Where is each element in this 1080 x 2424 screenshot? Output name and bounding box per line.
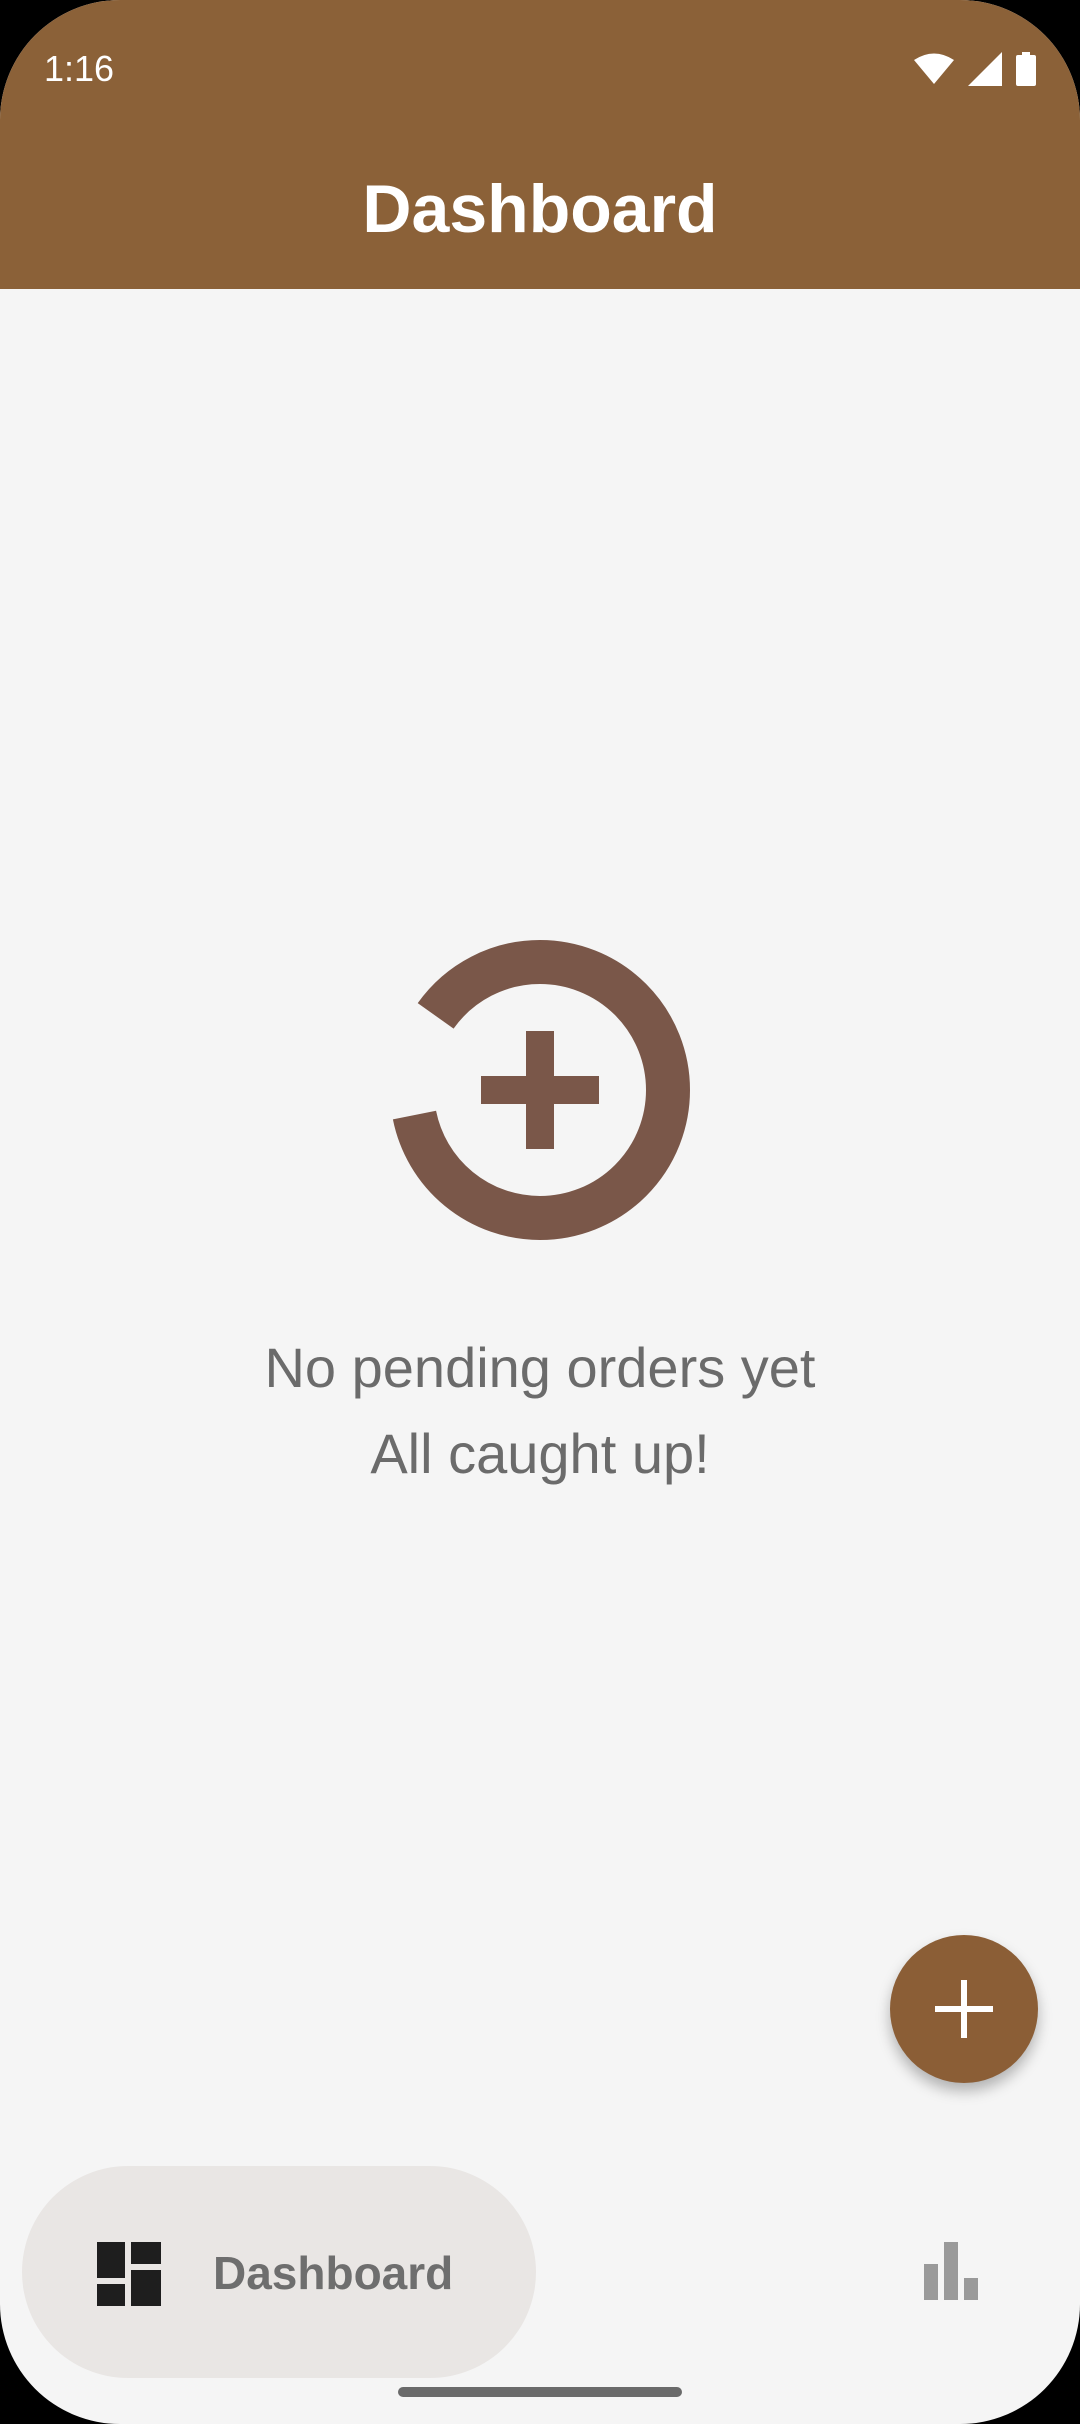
home-indicator[interactable]	[398, 2387, 682, 2397]
empty-state-message: No pending orders yet	[264, 1336, 816, 1399]
nav-label-dashboard: Dashboard	[213, 2247, 454, 2299]
app-bar: 1:16 Dashboard	[0, 0, 1080, 289]
status-time: 1:16	[44, 48, 115, 89]
add-order-button[interactable]	[890, 1935, 1038, 2083]
wifi-icon	[914, 53, 954, 84]
add-order-circle-icon	[390, 940, 690, 1240]
page-title: Dashboard	[362, 171, 718, 247]
battery-icon	[1016, 52, 1036, 86]
status-icons	[914, 52, 1036, 86]
bar-chart-icon[interactable]	[920, 2240, 982, 2302]
signal-icon	[968, 52, 1002, 86]
empty-state-submessage: All caught up!	[370, 1422, 710, 1485]
app-screen: 1:16 Dashboard No pending orders yet All…	[0, 0, 1080, 2424]
plus-icon	[935, 1980, 993, 2038]
dashboard-icon	[97, 2242, 161, 2306]
